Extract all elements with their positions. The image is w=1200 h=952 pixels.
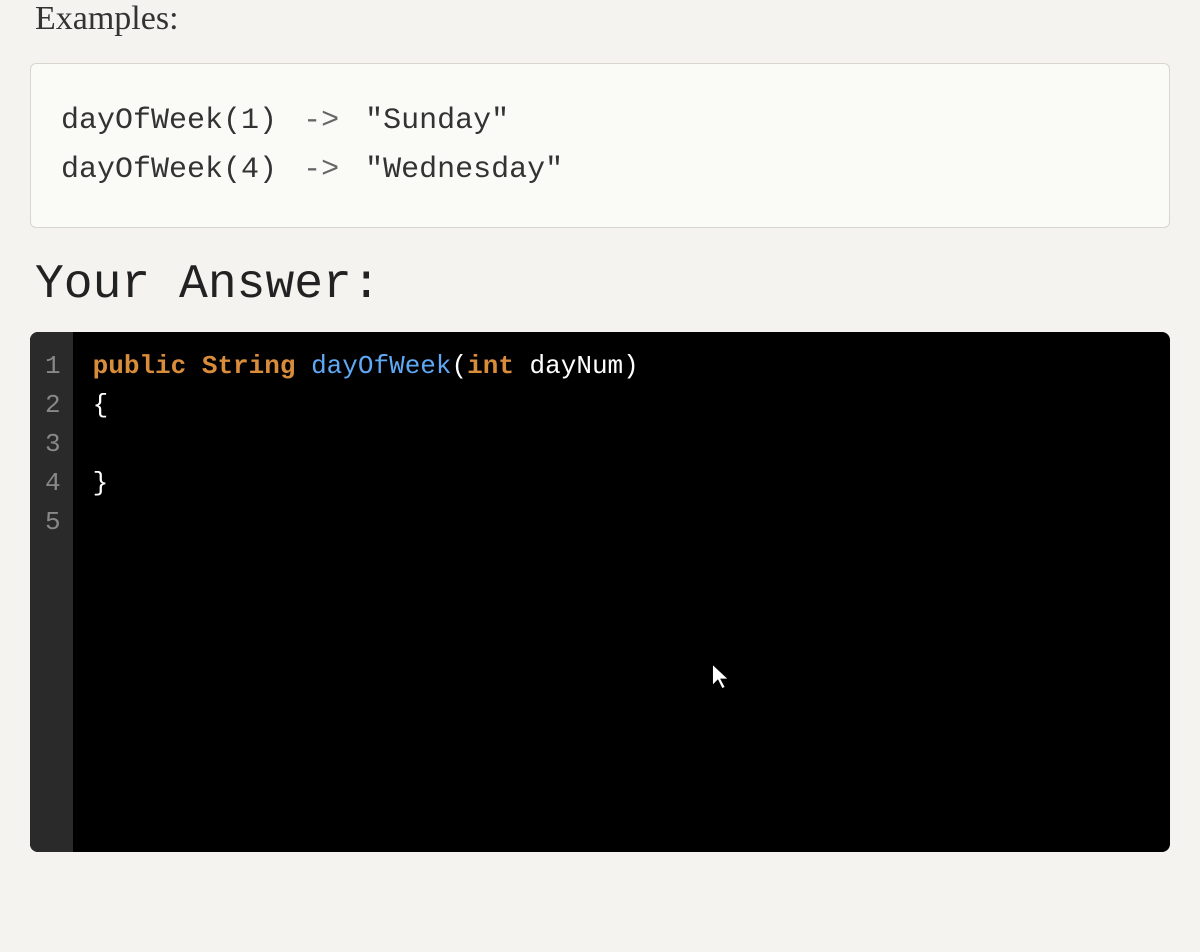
code-line: } bbox=[93, 464, 1150, 503]
line-number: 1 bbox=[45, 347, 61, 386]
code-line: public String dayOfWeek(int dayNum) bbox=[93, 347, 1150, 386]
line-number-gutter: 1 2 3 4 5 bbox=[30, 332, 73, 852]
your-answer-heading: Your Answer: bbox=[35, 258, 1170, 312]
example-call: dayOfWeek(4) bbox=[61, 153, 277, 187]
example-line: dayOfWeek(4) -> "Wednesday" bbox=[61, 153, 1139, 187]
example-call: dayOfWeek(1) bbox=[61, 104, 277, 138]
open-paren: ( bbox=[452, 351, 468, 381]
line-number: 2 bbox=[45, 386, 61, 425]
examples-box: dayOfWeek(1) -> "Sunday" dayOfWeek(4) ->… bbox=[30, 63, 1170, 228]
example-arrow: -> bbox=[303, 153, 339, 187]
example-arrow: -> bbox=[303, 104, 339, 138]
keyword-type: String bbox=[202, 351, 296, 381]
keyword-int: int bbox=[467, 351, 514, 381]
close-paren: ) bbox=[623, 351, 639, 381]
code-line bbox=[93, 503, 1150, 542]
examples-heading: Examples: bbox=[35, 0, 1170, 38]
code-text-area[interactable]: public String dayOfWeek(int dayNum) { } bbox=[73, 332, 1170, 852]
line-number: 4 bbox=[45, 464, 61, 503]
code-line: { bbox=[93, 386, 1150, 425]
code-editor[interactable]: 1 2 3 4 5 public String dayOfWeek(int da… bbox=[30, 332, 1170, 852]
example-line: dayOfWeek(1) -> "Sunday" bbox=[61, 104, 1139, 138]
keyword-public: public bbox=[93, 351, 187, 381]
line-number: 5 bbox=[45, 503, 61, 542]
method-name: dayOfWeek bbox=[311, 351, 451, 381]
line-number: 3 bbox=[45, 425, 61, 464]
close-brace: } bbox=[93, 468, 109, 498]
code-line bbox=[93, 425, 1150, 464]
example-result: "Wednesday" bbox=[365, 153, 563, 187]
param-name: dayNum bbox=[530, 351, 624, 381]
example-result: "Sunday" bbox=[365, 104, 509, 138]
open-brace: { bbox=[93, 390, 109, 420]
